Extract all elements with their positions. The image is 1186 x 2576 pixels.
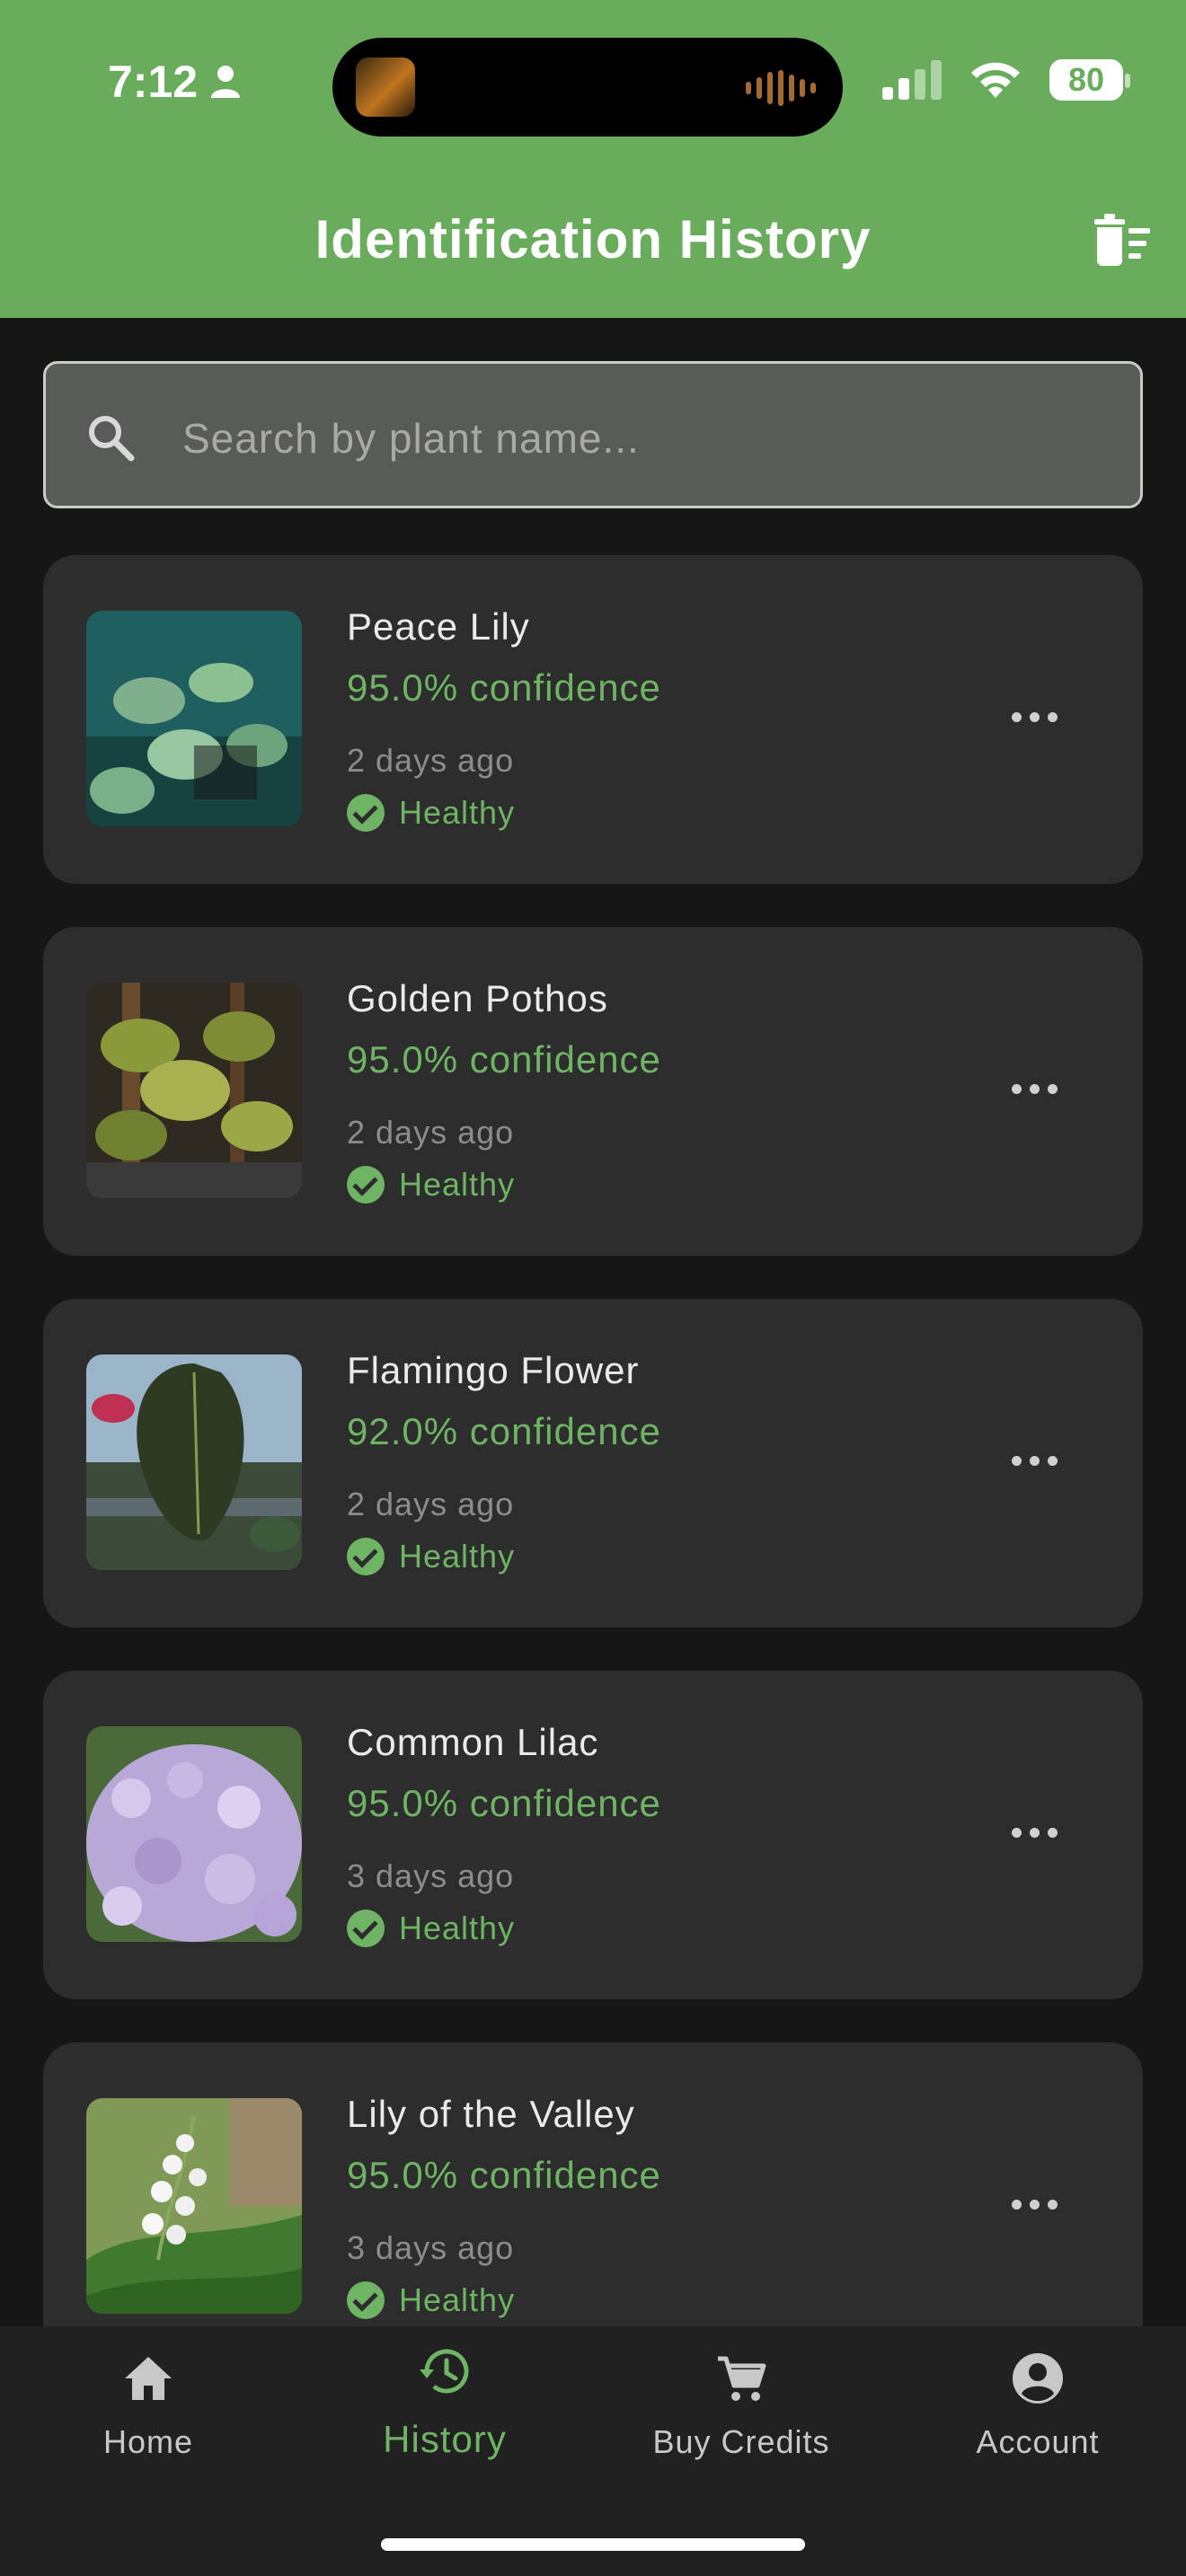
- health-status: Healthy: [347, 2281, 515, 2319]
- nav-account[interactable]: Account: [890, 2326, 1186, 2506]
- wifi-icon: [971, 62, 1020, 98]
- plant-name: Lily of the Valley: [347, 2093, 635, 2135]
- nav-label: Account: [976, 2423, 1100, 2460]
- more-options-icon[interactable]: [1003, 1814, 1066, 1850]
- battery-indicator: 80: [1049, 59, 1130, 101]
- confidence-label: 92.0% confidence: [347, 1410, 661, 1452]
- history-list: Peace Lily 95.0% confidence 2 days ago H…: [43, 555, 1143, 2326]
- home-indicator: [381, 2538, 805, 2551]
- health-label: Healthy: [399, 1166, 516, 1203]
- more-options-icon[interactable]: [1003, 1442, 1066, 1478]
- status-icons: 80: [882, 59, 1130, 101]
- timestamp: 2 days ago: [347, 1114, 515, 1151]
- timestamp: 3 days ago: [347, 2229, 515, 2266]
- plant-photo: [86, 983, 302, 1198]
- more-options-icon[interactable]: [1003, 1071, 1066, 1107]
- health-label: Healthy: [399, 1910, 516, 1946]
- plant-photo: [86, 1726, 302, 1942]
- check-circle-icon: [347, 1538, 385, 1575]
- more-options-icon[interactable]: [1003, 699, 1066, 735]
- search-field[interactable]: [43, 361, 1143, 508]
- check-circle-icon: [347, 1166, 385, 1204]
- confidence-label: 95.0% confidence: [347, 1038, 661, 1081]
- search-input[interactable]: [181, 400, 1110, 477]
- dynamic-island: [332, 38, 843, 137]
- now-playing-thumbnail: [356, 57, 415, 117]
- history-card[interactable]: Peace Lily 95.0% confidence 2 days ago H…: [43, 555, 1143, 884]
- health-status: Healthy: [347, 794, 515, 832]
- check-circle-icon: [347, 794, 385, 832]
- nav-label: History: [383, 2418, 507, 2460]
- nav-label: Buy Credits: [652, 2423, 830, 2460]
- check-circle-icon: [347, 2281, 385, 2319]
- page-title: Identification History: [314, 209, 872, 269]
- account-icon: [1013, 2353, 1063, 2404]
- person-icon: [211, 66, 241, 98]
- signal-icon: [882, 60, 942, 100]
- clear-history-icon[interactable]: [1089, 214, 1152, 268]
- confidence-label: 95.0% confidence: [347, 1782, 661, 1824]
- plant-photo: [86, 611, 302, 826]
- app-header: 7:12 80 Identification History: [0, 0, 1186, 318]
- timestamp: 3 days ago: [347, 1857, 515, 1894]
- health-status: Healthy: [347, 1166, 515, 1204]
- plant-photo: [86, 2098, 302, 2314]
- health-label: Healthy: [399, 794, 516, 831]
- confidence-label: 95.0% confidence: [347, 666, 661, 709]
- audio-wave-icon: [746, 70, 816, 106]
- home-icon: [125, 2357, 172, 2400]
- timestamp: 2 days ago: [347, 742, 515, 779]
- plant-name: Peace Lily: [347, 605, 530, 648]
- history-card[interactable]: Lily of the Valley 95.0% confidence 3 da…: [43, 2042, 1143, 2326]
- health-label: Healthy: [399, 2281, 516, 2318]
- timestamp: 2 days ago: [347, 1486, 515, 1522]
- more-options-icon[interactable]: [1003, 2186, 1066, 2222]
- plant-name: Flamingo Flower: [347, 1349, 640, 1391]
- check-circle-icon: [347, 1910, 385, 1947]
- cart-icon: [718, 2356, 766, 2401]
- health-label: Healthy: [399, 1538, 516, 1575]
- nav-label: Home: [102, 2423, 194, 2460]
- history-card[interactable]: Common Lilac 95.0% confidence 3 days ago…: [43, 1671, 1143, 1999]
- status-time: 7:12: [108, 56, 241, 108]
- plant-photo: [86, 1354, 302, 1570]
- plant-name: Golden Pothos: [347, 977, 608, 1019]
- health-status: Healthy: [347, 1538, 515, 1575]
- history-card[interactable]: Flamingo Flower 92.0% confidence 2 days …: [43, 1299, 1143, 1628]
- status-time-label: 7:12: [108, 57, 199, 107]
- nav-buy-credits[interactable]: Buy Credits: [593, 2326, 890, 2506]
- health-status: Healthy: [347, 1910, 515, 1947]
- history-icon: [420, 2349, 469, 2394]
- search-icon: [89, 416, 135, 462]
- nav-home[interactable]: Home: [0, 2326, 296, 2506]
- nav-history[interactable]: History: [296, 2326, 593, 2506]
- history-card[interactable]: Golden Pothos 95.0% confidence 2 days ag…: [43, 927, 1143, 1256]
- confidence-label: 95.0% confidence: [347, 2154, 661, 2196]
- plant-name: Common Lilac: [347, 1721, 599, 1763]
